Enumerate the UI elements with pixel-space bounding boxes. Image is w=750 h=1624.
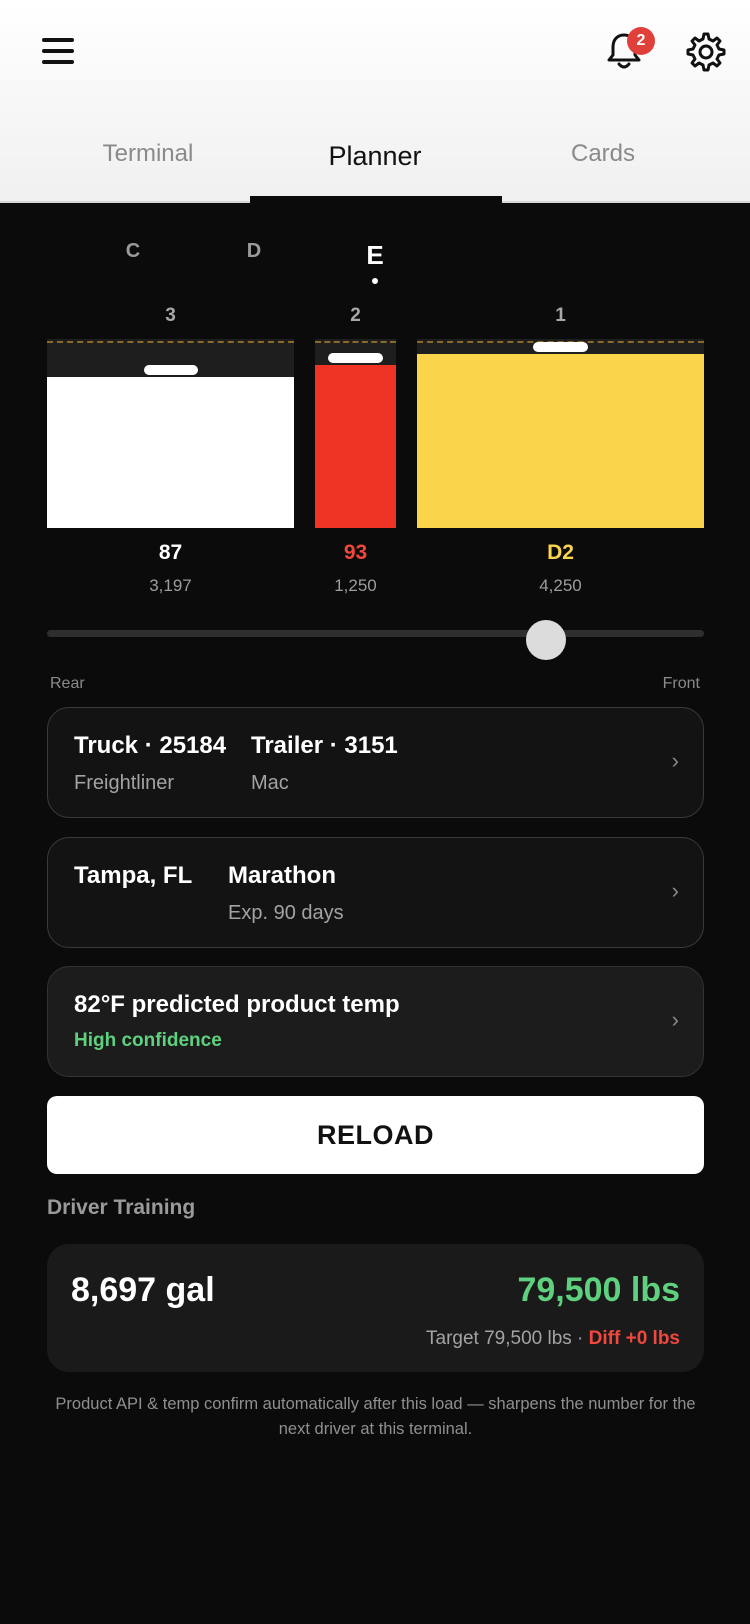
slider-rear-label: Rear (50, 675, 85, 692)
truck-title: Truck · 25184 (74, 732, 227, 759)
trailer-make: Mac (251, 772, 289, 794)
terminal-supplier: Marathon (228, 862, 336, 889)
weight-diff: Diff +0 lbs (588, 1328, 680, 1349)
tank-grade: 93 (343, 541, 368, 564)
tank-number: 2 (350, 305, 361, 326)
compartment-tank-1 (417, 339, 704, 528)
target-weight-line: Target 79,500 lbs · Diff +0 lbs (426, 1328, 680, 1350)
terminal-city: Tampa, FL (74, 862, 193, 889)
footnote: Product API & temp confirm automatically… (55, 1395, 696, 1438)
confidence-label: High confidence (74, 1030, 222, 1051)
total-gallons: 8,697 gal (71, 1271, 215, 1309)
tank-gallons: 3,197 (149, 576, 192, 595)
max-fill-line (47, 341, 294, 343)
gear-icon[interactable] (684, 30, 726, 72)
chevron-right-icon: › (671, 878, 679, 903)
balance-slider-track[interactable] (47, 630, 704, 637)
compartment-tank-2 (315, 339, 396, 528)
compartment-tank-3 (47, 339, 294, 528)
compartment-tab-d[interactable]: D (239, 240, 269, 263)
app-header: 2 Terminal Planner Cards (0, 0, 750, 203)
target-weight: Target 79,500 lbs · (426, 1328, 589, 1349)
hamburger-menu-icon[interactable] (40, 34, 76, 68)
max-fill-line (315, 341, 396, 343)
tank-grade: D2 (547, 541, 574, 564)
total-weight: 79,500 lbs (517, 1271, 680, 1309)
predicted-temp: 82°F predicted product temp (74, 991, 400, 1018)
fill-level-handle[interactable] (533, 342, 588, 352)
tank-fill (417, 354, 704, 528)
chevron-right-icon: › (671, 748, 679, 773)
product-temp-card[interactable]: 82°F predicted product temp High confide… (47, 966, 704, 1077)
tab-planner[interactable]: Planner (250, 141, 500, 172)
fill-level-handle[interactable] (144, 365, 198, 375)
tank-number: 1 (555, 305, 566, 326)
compartment-tab-c[interactable]: C (118, 240, 148, 263)
active-tab-indicator (250, 196, 502, 204)
section-title-driver-training: Driver Training (47, 1196, 196, 1219)
tab-cards[interactable]: Cards (478, 140, 728, 168)
chevron-right-icon: › (671, 1007, 679, 1032)
compartment-tab-e[interactable]: E (360, 240, 390, 271)
truck-make: Freightliner (74, 772, 175, 794)
balance-slider-thumb[interactable] (526, 620, 567, 660)
tank-number: 3 (165, 305, 176, 326)
active-compartment-dot (372, 278, 378, 284)
tank-grade: 87 (158, 541, 183, 564)
tank-gallons: 4,250 (539, 576, 582, 595)
tab-terminal[interactable]: Terminal (23, 140, 273, 168)
notification-badge: 2 (627, 27, 655, 55)
terminal-card[interactable]: Tampa, FL Marathon Exp. 90 days › (47, 837, 704, 948)
terminal-expiry: Exp. 90 days (228, 902, 344, 924)
load-summary-card: 8,697 gal 79,500 lbs Target 79,500 lbs ·… (47, 1244, 704, 1372)
equipment-card[interactable]: Truck · 25184 Freightliner Trailer · 315… (47, 707, 704, 818)
reload-button[interactable]: RELOAD (47, 1096, 704, 1174)
fill-level-handle[interactable] (328, 353, 383, 363)
slider-front-label: Front (662, 675, 700, 692)
tank-fill (315, 365, 396, 528)
tank-gallons: 1,250 (334, 576, 377, 595)
trailer-title: Trailer · 3151 (251, 732, 398, 759)
tank-fill (47, 377, 294, 528)
